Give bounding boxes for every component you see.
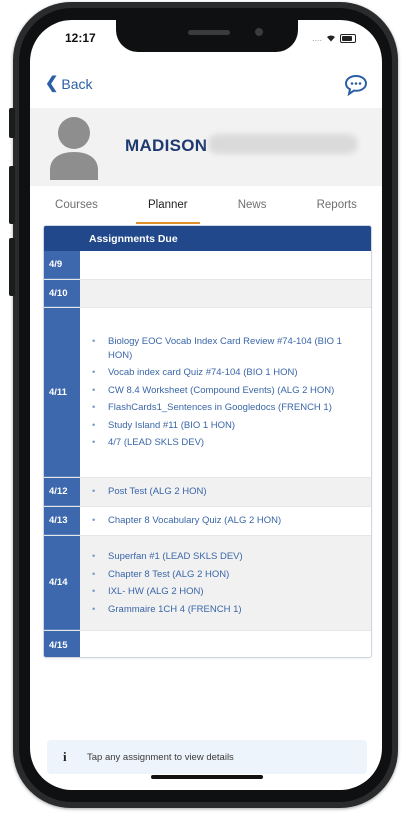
- bullet: •: [92, 384, 96, 396]
- back-label: Back: [61, 76, 93, 92]
- assignment-title: IXL- HW (ALG 2 HON): [108, 586, 204, 597]
- assignment-title: Chapter 8 Test (ALG 2 HON): [108, 568, 230, 580]
- assignment-title: 4/7 (LEAD SKLS DEV): [108, 437, 205, 449]
- assignments-cell: • Post Test (ALG 2 HON): [80, 478, 371, 506]
- bullet: •: [92, 551, 96, 562]
- bullet: •: [92, 586, 96, 597]
- assignments-cell: [80, 251, 371, 279]
- table-row: 4/12 • Post Test (ALG 2 HON): [44, 478, 371, 507]
- person-avatar-icon: [50, 117, 98, 180]
- bullet: •: [92, 603, 96, 615]
- assignment-link[interactable]: • Post Test (ALG 2 HON): [92, 485, 371, 499]
- home-indicator[interactable]: [151, 775, 263, 779]
- date-cell: 4/15: [44, 631, 80, 657]
- table-row: 4/10: [44, 280, 371, 308]
- bullet: •: [92, 515, 96, 527]
- assignment-title: Grammaire 1CH 4 (FRENCH 1): [108, 603, 242, 615]
- assignment-link[interactable]: • Chapter 8 Vocabulary Quiz (ALG 2 HON): [92, 514, 371, 528]
- assignment-link[interactable]: • Vocab index card Quiz #74-104 (BIO 1 HO…: [92, 366, 371, 380]
- info-icon: i: [63, 749, 67, 764]
- assignment-link[interactable]: • Chapter 8 Test (ALG 2 HON): [92, 568, 371, 582]
- table-row: 4/15: [44, 631, 371, 657]
- volume-down-button: [9, 238, 15, 296]
- assignments-cell: • Superfan #1 (LEAD SKLS DEV) • Chapter 8 …: [80, 536, 371, 630]
- speaker-grille: [188, 30, 230, 35]
- assignment-link[interactable]: • Superfan #1 (LEAD SKLS DEV): [92, 550, 371, 564]
- date-cell: 4/14: [44, 536, 80, 630]
- assignment-title: Study Island #11 (BIO 1 HON): [108, 419, 236, 431]
- student-profile-header: MADISON: [30, 108, 382, 186]
- bullet: •: [92, 568, 96, 580]
- assignment-title: Post Test (ALG 2 HON): [108, 486, 207, 498]
- tab-bar: Courses Planner News Reports: [30, 190, 382, 224]
- assignments-table: Assignments Due 4/9 4/10 4/11 • Biology E…: [43, 225, 372, 658]
- table-header: Assignments Due: [44, 226, 371, 251]
- volume-up-button: [9, 166, 15, 224]
- assignments-cell: [80, 631, 371, 657]
- mute-switch: [9, 108, 15, 138]
- date-cell: 4/9: [44, 251, 80, 279]
- tab-planner[interactable]: Planner: [136, 195, 200, 224]
- assignment-link[interactable]: • 4/7 (LEAD SKLS DEV): [92, 436, 371, 450]
- notch: [116, 20, 298, 52]
- assignment-title: FlashCards1_Sentences in Googledocs (FRE…: [108, 402, 332, 414]
- chat-bubble-icon[interactable]: [344, 74, 368, 96]
- wifi-icon: [327, 35, 335, 42]
- bullet: •: [92, 437, 96, 449]
- tap-hint-banner: i Tap any assignment to view details: [47, 740, 367, 774]
- assignment-link[interactable]: • Grammaire 1CH 4 (FRENCH 1): [92, 603, 371, 617]
- date-cell: 4/11: [44, 308, 80, 477]
- table-row: 4/13 • Chapter 8 Vocabulary Quiz (ALG 2 H…: [44, 507, 371, 536]
- bullet: •: [92, 367, 96, 379]
- battery-icon: [340, 33, 356, 43]
- assignment-title: CW 8.4 Worksheet (Compound Events) (ALG …: [108, 384, 335, 396]
- tab-news[interactable]: News: [232, 195, 273, 215]
- bullet: •: [92, 419, 96, 431]
- assignment-link[interactable]: • CW 8.4 Worksheet (Compound Events) (ALG…: [92, 384, 371, 398]
- date-cell: 4/12: [44, 478, 80, 506]
- assignment-title: Superfan #1 (LEAD SKLS DEV): [108, 551, 243, 562]
- assignment-link[interactable]: • IXL- HW (ALG 2 HON): [92, 585, 371, 599]
- bullet: •: [92, 486, 96, 498]
- assignments-cell: • Biology EOC Vocab Index Card Review #74…: [80, 308, 371, 477]
- assignment-title: Chapter 8 Vocabulary Quiz (ALG 2 HON): [108, 515, 282, 527]
- table-row: 4/11 • Biology EOC Vocab Index Card Revie…: [44, 308, 371, 478]
- table-row: 4/9: [44, 251, 371, 280]
- chevron-left-icon: ❮: [45, 75, 59, 92]
- status-icons: ....: [312, 33, 356, 43]
- assignment-title: Vocab index card Quiz #74-104 (BIO 1 HON…: [108, 367, 298, 379]
- hint-text: Tap any assignment to view details: [87, 751, 234, 763]
- assignments-cell: [80, 280, 371, 307]
- redacted-surname: [208, 134, 358, 154]
- back-button[interactable]: ❮ Back: [45, 75, 93, 93]
- tab-courses[interactable]: Courses: [49, 195, 104, 215]
- student-name: MADISON: [125, 136, 208, 155]
- assignments-cell: • Chapter 8 Vocabulary Quiz (ALG 2 HON): [80, 507, 371, 535]
- assignment-link[interactable]: • Biology EOC Vocab Index Card Review #74…: [92, 335, 371, 362]
- tab-reports[interactable]: Reports: [311, 195, 363, 215]
- assignment-title: Biology EOC Vocab Index Card Review #74-…: [108, 336, 342, 361]
- bullet: •: [92, 336, 96, 348]
- date-cell: 4/13: [44, 507, 80, 535]
- front-camera: [255, 28, 263, 36]
- date-cell: 4/10: [44, 280, 80, 307]
- bullet: •: [92, 402, 96, 414]
- signal-dots: ....: [311, 33, 322, 43]
- app-screen: 12:17 .... ❮ Back MADISON Courses Planne…: [30, 20, 382, 790]
- table-header-label: Assignments Due: [89, 232, 178, 245]
- table-row: 4/14 • Superfan #1 (LEAD SKLS DEV) • Chapt…: [44, 536, 371, 631]
- assignment-link[interactable]: • FlashCards1_Sentences in Googledocs (FR…: [92, 401, 371, 415]
- status-time: 12:17: [65, 31, 96, 45]
- assignment-link[interactable]: • Study Island #11 (BIO 1 HON): [92, 419, 371, 433]
